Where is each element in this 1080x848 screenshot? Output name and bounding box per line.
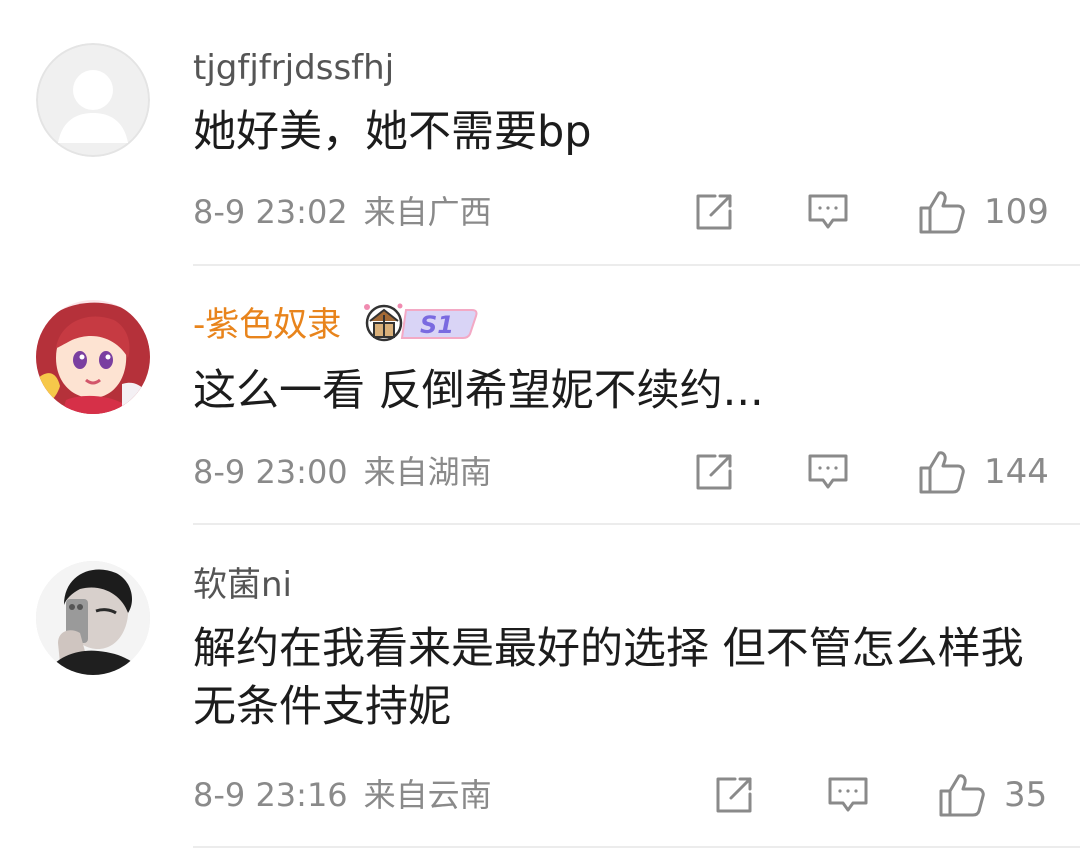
reply-icon [828, 777, 868, 812]
share-button[interactable] [713, 771, 755, 819]
comment-meta: 8-9 23:16 来自云南 [193, 775, 492, 815]
comment-feed: tjgfjfrjdssfhj 她好美，她不需要bp 8-9 23:02来自广西 [0, 0, 1080, 848]
avatar[interactable] [36, 561, 150, 675]
share-icon [716, 777, 752, 813]
comment-time: 8-9 23:16 [193, 776, 348, 814]
thumbs-up-icon [939, 774, 985, 817]
comment-item: 软菌ni 解约在我看来是最好的选择 但不管怎么样我无条件支持妮 8-9 23:1… [0, 0, 1080, 848]
comment-location: 来自云南 [363, 776, 492, 814]
comment-text: 解约在我看来是最好的选择 但不管怎么样我无条件支持妮 [193, 624, 1024, 732]
username[interactable]: 软菌ni [193, 565, 292, 605]
like-count: 35 [1004, 775, 1048, 815]
like-button[interactable]: 35 [938, 771, 1047, 819]
reply-button[interactable] [826, 771, 870, 819]
